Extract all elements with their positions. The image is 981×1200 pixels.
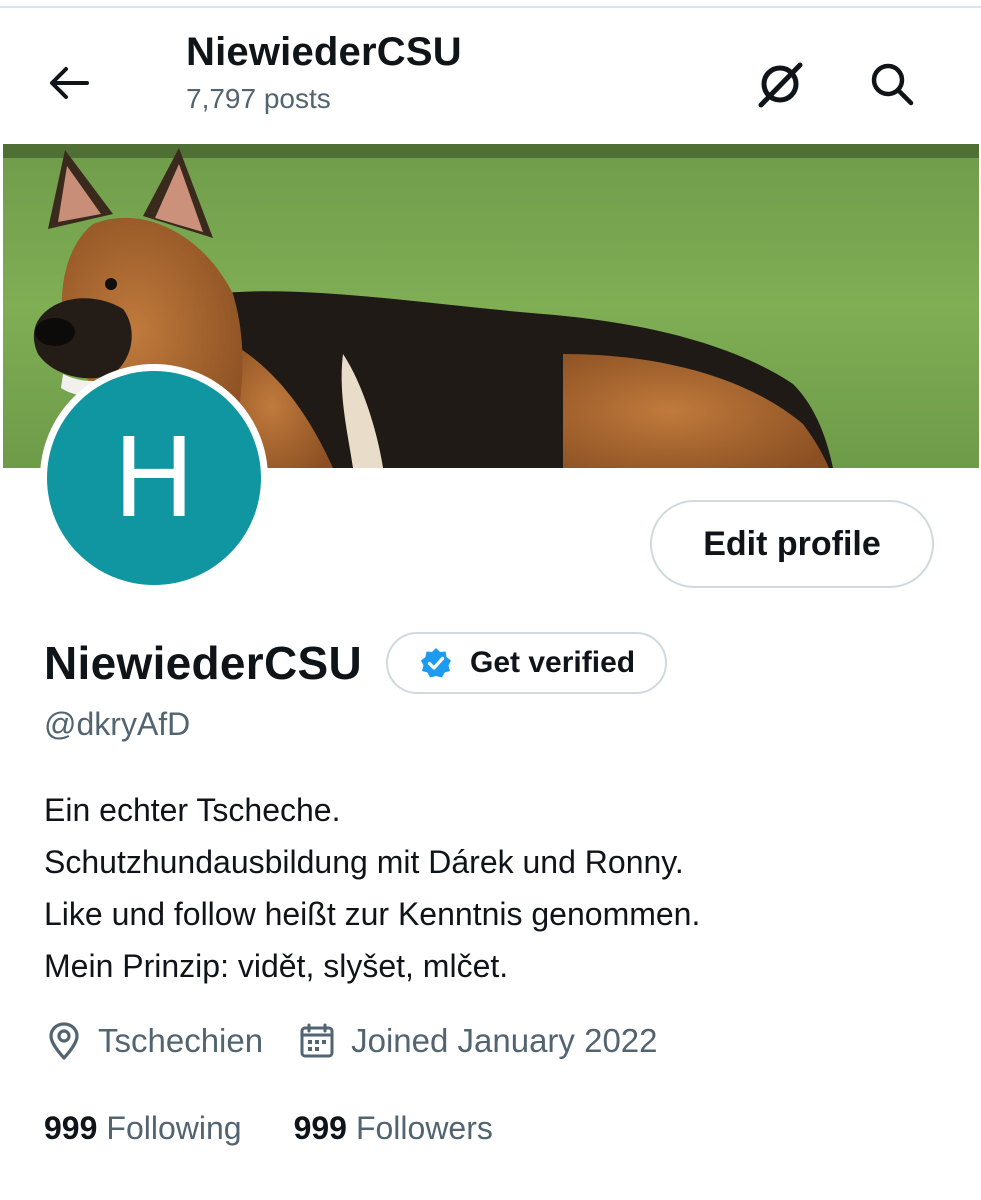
- join-date: Joined January 2022: [299, 1022, 658, 1060]
- post-count: 7,797 posts: [186, 83, 331, 114]
- arrow-left-icon: [50, 67, 89, 99]
- calendar-icon: [300, 1023, 334, 1058]
- follow-stats: 999 Following 999 Followers: [44, 1110, 493, 1147]
- profile-meta: Tschechien Joined January 2022: [46, 1022, 658, 1060]
- header-title-block: NiewiederCSU 7,797 posts: [186, 30, 462, 115]
- get-verified-button[interactable]: Get verified: [386, 632, 668, 694]
- avatar[interactable]: H: [40, 364, 268, 592]
- get-verified-label: Get verified: [470, 646, 636, 679]
- location-text: Tschechien: [98, 1022, 264, 1059]
- bio-line: Like und follow heißt zur Kenntnis genom…: [44, 896, 701, 932]
- following-link[interactable]: 999 Following: [44, 1110, 242, 1147]
- location: Tschechien: [46, 1022, 263, 1060]
- followers-label: Followers: [355, 1110, 493, 1146]
- grok-button[interactable]: [744, 48, 816, 120]
- back-button[interactable]: [42, 56, 96, 110]
- search-icon: [871, 63, 914, 106]
- location-pin-icon: [49, 1022, 79, 1060]
- display-name: NiewiederCSU: [44, 637, 363, 689]
- grok-icon: [758, 62, 803, 108]
- joined-text: Joined January 2022: [351, 1022, 658, 1059]
- bio-line: Mein Prinzip: vidět, slyšet, mlčet.: [44, 948, 509, 984]
- name-row: NiewiederCSU Get verified: [44, 632, 668, 694]
- verified-badge-icon: [421, 648, 452, 678]
- following-label: Following: [106, 1110, 242, 1146]
- user-handle: @dkryAfD: [44, 706, 191, 742]
- edit-profile-button[interactable]: Edit profile: [650, 500, 934, 588]
- bio-line: Schutzhundausbildung mit Dárek und Ronny…: [44, 844, 684, 880]
- followers-count: 999: [293, 1110, 347, 1146]
- search-button[interactable]: [856, 48, 928, 120]
- header-title: NiewiederCSU: [186, 30, 462, 74]
- avatar-letter: H: [47, 371, 261, 585]
- profile-header: NiewiederCSU 7,797 posts: [0, 8, 981, 144]
- followers-link[interactable]: 999 Followers: [294, 1110, 493, 1147]
- following-count: 999: [44, 1110, 98, 1146]
- bio-line: Ein echter Tscheche.: [44, 792, 341, 828]
- bio: Ein echter Tscheche. Schutzhundausbildun…: [44, 784, 700, 992]
